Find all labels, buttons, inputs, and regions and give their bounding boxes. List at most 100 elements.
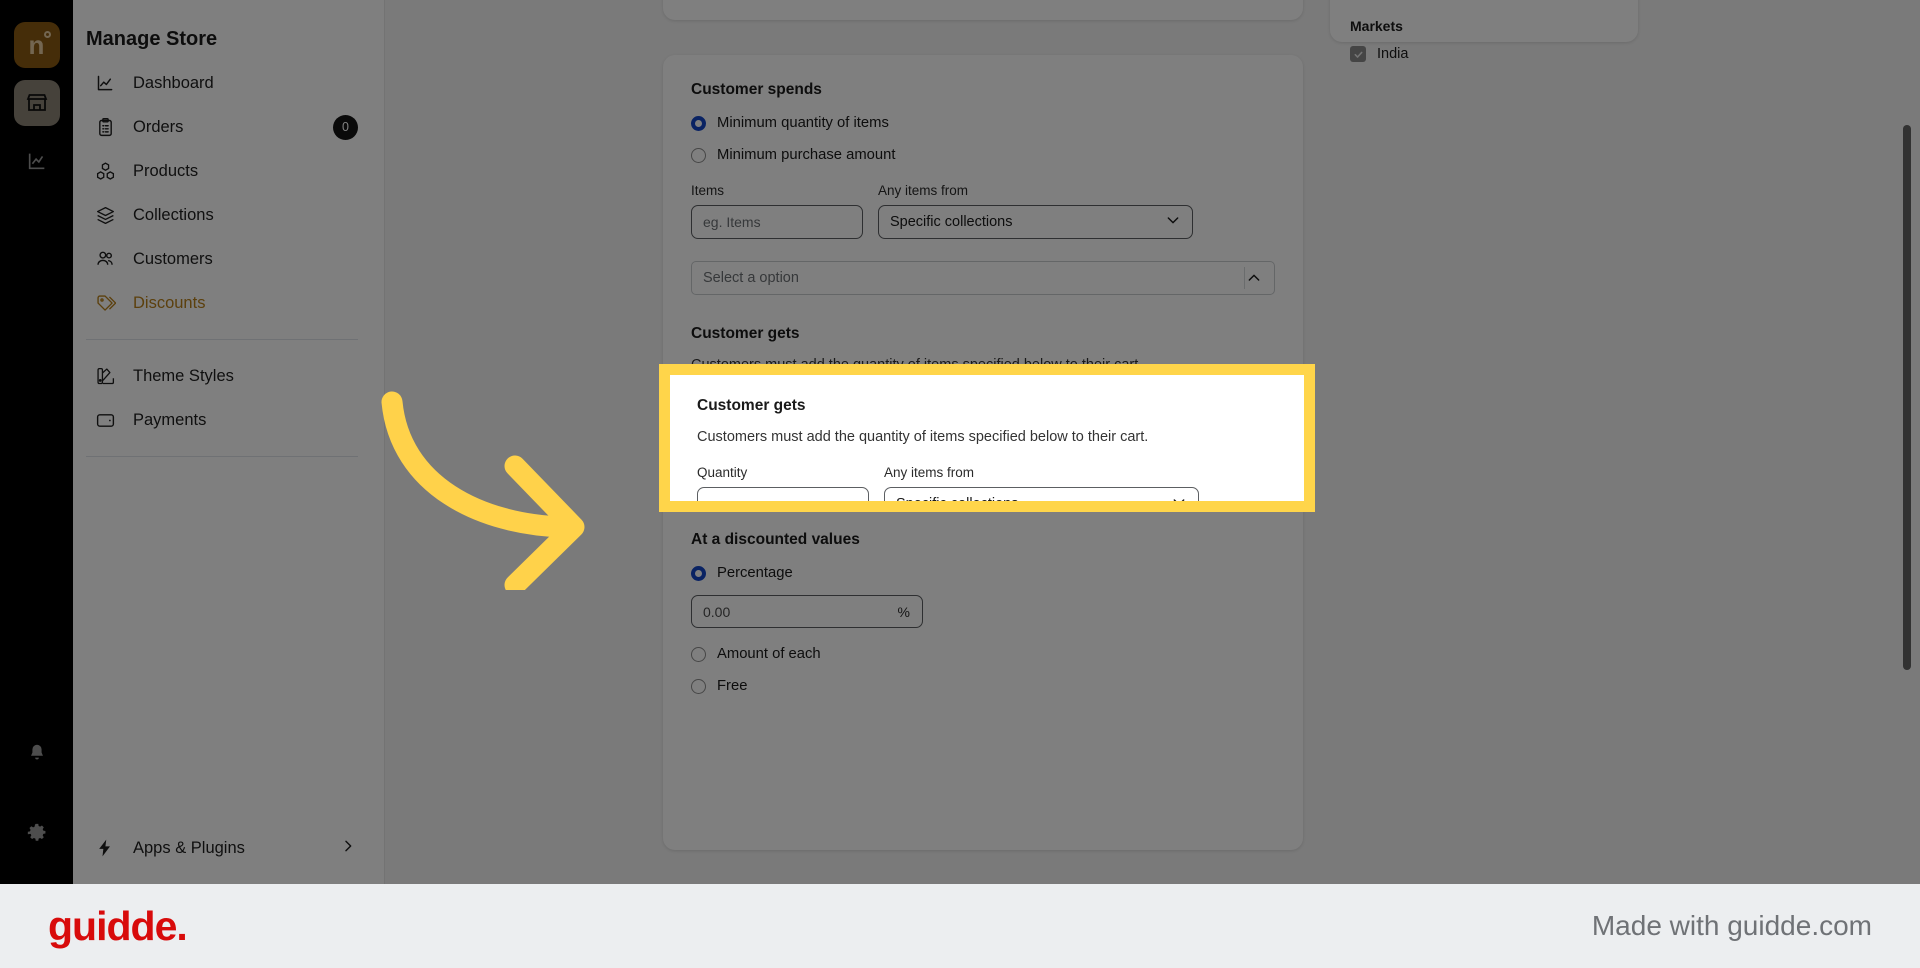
collections-combobox-spends[interactable]: Select a option [691, 261, 1275, 295]
sidebar-item-label: Products [133, 161, 199, 180]
bolt-icon [93, 836, 117, 860]
radio-label: Percentage [717, 565, 793, 581]
made-with-guidde: Made with guidde.com [1591, 910, 1872, 941]
combobox-divider [1243, 267, 1245, 289]
sidebar-title: Manage Store [86, 28, 218, 50]
radio-indicator [691, 646, 706, 662]
items-field-group: Items eg. Items [691, 183, 863, 239]
radio-amount-of-each[interactable]: Amount of each [691, 646, 1275, 662]
screen: n Manage Store Dashboard Orders 0 Produc… [0, 0, 1920, 968]
radio-indicator [691, 678, 706, 694]
customer-spends-fields: Items eg. Items Any items from Specific … [691, 183, 1275, 239]
customer-gets-description-hl: Customers must add the quantity of items… [697, 429, 1149, 445]
customer-gets-highlight: Customer gets Customers must add the qua… [659, 364, 1315, 512]
discounted-values-title: At a discounted values [691, 531, 860, 548]
sidebar-item-label: Discounts [133, 293, 206, 312]
sidebar-item-orders[interactable]: Orders 0 [83, 105, 366, 149]
chevron-down-icon [1171, 494, 1187, 501]
radio-indicator [691, 565, 706, 581]
checkbox-checked-icon[interactable] [1350, 46, 1366, 62]
customer-spends-section: Customer spends Minimum quantity of item… [691, 81, 1275, 295]
sidebar-item-label: Payments [133, 410, 207, 429]
any-items-from-group: Any items from Specific collections [878, 183, 1193, 239]
sidebar-item-payments[interactable]: Payments [83, 398, 366, 442]
any-items-from-label: Any items from [878, 183, 969, 198]
any-items-from-select[interactable]: Specific collections [878, 205, 1193, 239]
radio-label: Free [717, 678, 748, 694]
sidebar-item-label: Customers [133, 249, 213, 268]
quantity-label-hl: Quantity [697, 465, 748, 480]
chevron-up-icon[interactable] [1234, 267, 1274, 289]
sidebar-item-customers[interactable]: Customers [83, 237, 366, 281]
clipboard-list-icon [93, 115, 117, 139]
sidebar-item-label: Theme Styles [133, 366, 234, 385]
vertical-scrollbar[interactable] [1903, 125, 1911, 670]
users-icon [93, 247, 117, 271]
guidde-logo: guidde. [48, 902, 188, 949]
select-value: Specific collections [890, 214, 1013, 230]
radio-minimum-purchase[interactable]: Minimum purchase amount [691, 147, 1275, 163]
card-above [663, 0, 1303, 20]
select-value: Specific collections [896, 496, 1019, 512]
radio-free[interactable]: Free [691, 678, 1275, 694]
gear-icon[interactable] [14, 810, 60, 856]
sidebar-item-theme-styles[interactable]: Theme Styles [83, 354, 366, 398]
sidebar-item-dashboard[interactable]: Dashboard [83, 61, 366, 105]
layers-icon [93, 203, 117, 227]
percentage-suffix: % [897, 603, 910, 620]
markets-card: Markets India [1330, 0, 1638, 62]
quantity-input-hl[interactable] [697, 487, 869, 501]
markets-title: Markets [1350, 18, 1403, 34]
analytics-icon[interactable] [14, 138, 60, 184]
customer-spends-title: Customer spends [691, 81, 822, 98]
customer-gets-title-hl: Customer gets [697, 397, 806, 414]
customer-gets-title: Customer gets [691, 325, 800, 342]
gets-any-items-from-select-hl[interactable]: Specific collections [884, 487, 1199, 512]
radio-label: Minimum purchase amount [717, 147, 896, 163]
gets-any-items-from-label-hl: Any items from [884, 465, 975, 480]
sidebar-item-label: Orders [133, 117, 184, 136]
brand-logo[interactable]: n [13, 22, 60, 68]
brand-logo-letter: n [28, 30, 45, 60]
items-label: Items [691, 183, 725, 198]
discounted-values-section: At a discounted values Percentage 0.00 %… [691, 531, 1275, 694]
radio-label: Amount of each [717, 646, 821, 662]
orders-badge: 0 [333, 114, 358, 140]
sidebar-nav-secondary: Theme Styles Payments [73, 354, 384, 442]
percentage-field: 0.00 % [691, 595, 923, 628]
line-chart-icon [93, 71, 117, 95]
gets-any-items-from-group-hl: Any items from Specific collections [884, 465, 1199, 512]
sidebar-item-label: Dashboard [133, 73, 214, 92]
chevron-down-icon [1165, 212, 1181, 232]
sidebar-divider-1 [86, 339, 358, 340]
sidebar: Manage Store Dashboard Orders 0 Products… [73, 0, 385, 884]
items-input[interactable]: eg. Items [691, 205, 863, 239]
sidebar-item-discounts[interactable]: Discounts [83, 281, 366, 325]
chevron-right-icon [340, 838, 356, 859]
radio-percentage[interactable]: Percentage [691, 565, 1275, 581]
radio-indicator [691, 147, 706, 163]
sidebar-item-products[interactable]: Products [83, 149, 366, 193]
sidebar-item-apps-plugins[interactable]: Apps & Plugins [83, 822, 366, 874]
radio-indicator [691, 115, 706, 131]
storefront-icon[interactable] [13, 80, 60, 126]
bell-icon[interactable] [14, 730, 60, 776]
customer-gets-fields-hl: Quantity Any items from Specific collect… [697, 465, 1277, 512]
degree-mark-icon [43, 31, 51, 38]
quantity-field-group-hl: Quantity [697, 465, 869, 501]
sidebar-item-label: Collections [133, 205, 214, 224]
sidebar-nav-primary: Dashboard Orders 0 Products Collections … [73, 61, 384, 325]
icon-rail: n [0, 0, 73, 884]
market-label: India [1377, 46, 1409, 62]
annotation-arrow [370, 380, 600, 596]
wallet-icon [93, 408, 117, 432]
palette-icon [93, 364, 117, 388]
customer-gets-highlight-inner: Customer gets Customers must add the qua… [670, 375, 1304, 501]
combobox-placeholder: Select a option [703, 270, 799, 286]
sidebar-item-collections[interactable]: Collections [83, 193, 366, 237]
guidde-footer: guidde. Made with guidde.com [0, 884, 1920, 968]
radio-minimum-quantity[interactable]: Minimum quantity of items [691, 115, 1275, 131]
percentage-input[interactable]: 0.00 [691, 595, 923, 628]
market-row-india[interactable]: India [1350, 46, 1618, 62]
radio-label: Minimum quantity of items [717, 115, 889, 131]
